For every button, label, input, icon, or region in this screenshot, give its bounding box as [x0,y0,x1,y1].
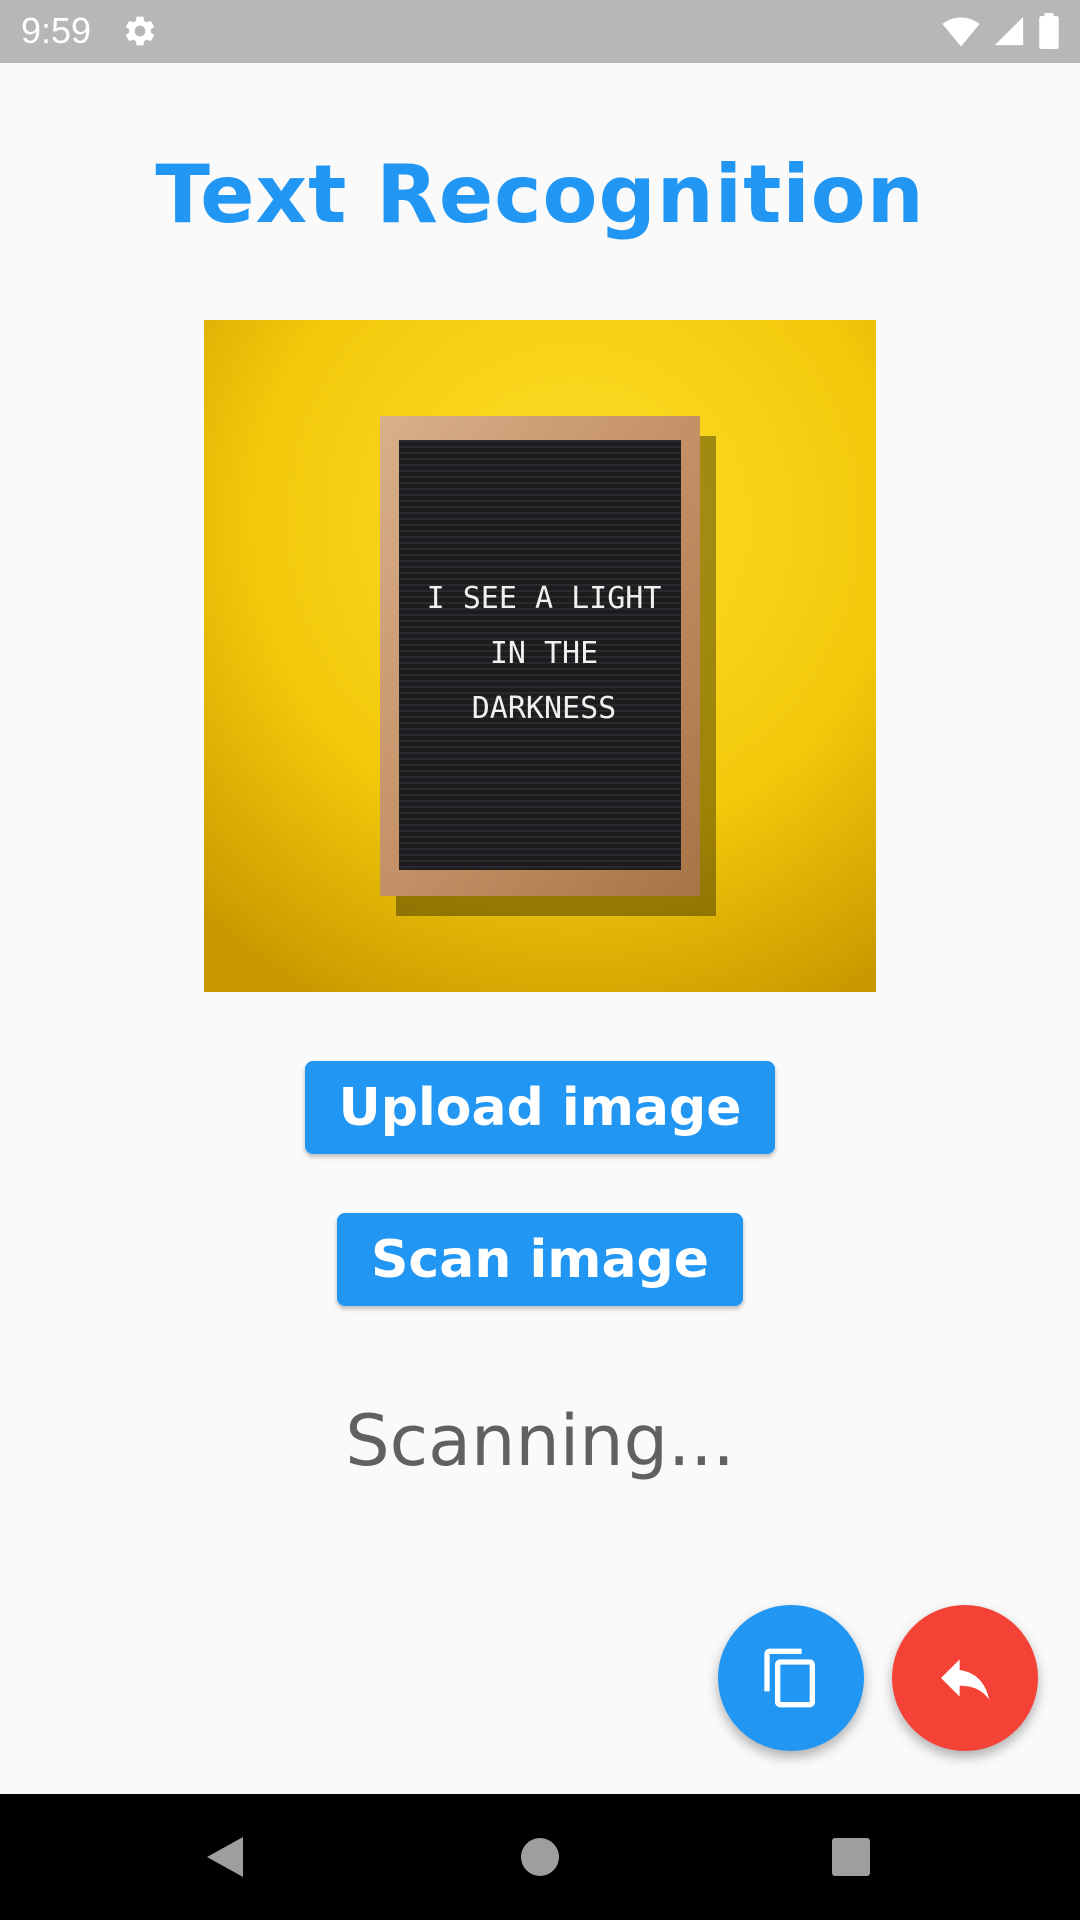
preview-image: I SEE A LIGHT IN THE DARKNESS [204,320,876,992]
status-icons [942,13,1060,49]
page-title: Text Recognition [155,148,925,241]
home-icon [521,1838,559,1876]
letter-board-photo: I SEE A LIGHT IN THE DARKNESS [204,320,876,992]
copy-button[interactable] [718,1605,864,1751]
back-icon [207,1837,243,1877]
reply-icon [941,1659,989,1700]
app-screen: 9:59 Text Recognition I SEE A LIGHT IN T… [0,0,1080,1920]
status-bar: 9:59 [0,0,1080,63]
scan-image-button[interactable]: Scan image [337,1213,743,1306]
reply-button[interactable] [892,1605,1038,1751]
board-line-2: IN THE [490,636,598,671]
back-button[interactable] [192,1824,258,1890]
board-line-3: DARKNESS [472,691,617,726]
home-button[interactable] [507,1824,573,1890]
board-line-1: I SEE A LIGHT [427,581,662,616]
settings-icon [125,16,155,46]
battery-icon [1039,13,1059,49]
scan-status-text: Scanning... [345,1400,735,1482]
wifi-icon [942,17,980,47]
upload-image-button[interactable]: Upload image [305,1061,775,1154]
recents-button[interactable] [818,1824,884,1890]
copy-icon [764,1648,815,1708]
status-time: 9:59 [21,10,92,51]
navigation-bar [0,1794,1080,1920]
signal-icon [994,16,1024,46]
recents-icon [832,1838,870,1876]
